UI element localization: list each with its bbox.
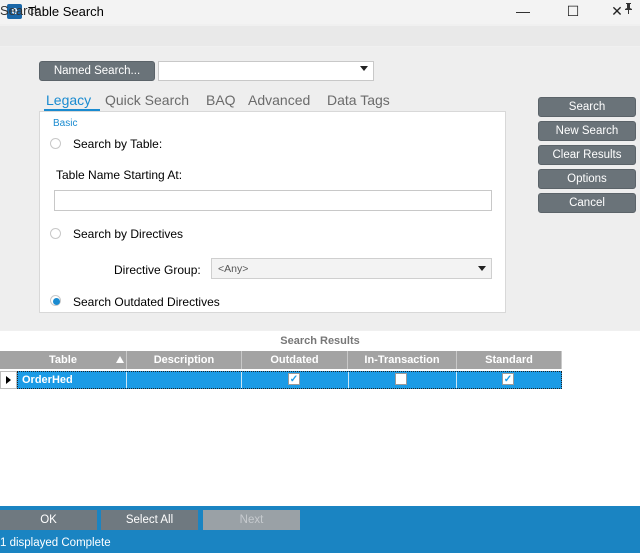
- standard-checkbox[interactable]: ✓: [502, 373, 514, 385]
- new-search-button[interactable]: New Search: [538, 121, 636, 141]
- column-header-outdated[interactable]: Outdated: [242, 351, 348, 369]
- search-by-directives-label: Search by Directives: [73, 227, 184, 241]
- search-outdated-radio[interactable]: [50, 295, 61, 306]
- cell-description: [127, 372, 242, 388]
- table-name-input[interactable]: [54, 190, 492, 211]
- cell-standard: ✓: [457, 372, 562, 388]
- named-search-button[interactable]: Named Search...: [39, 61, 155, 81]
- directive-group-label: Directive Group:: [114, 263, 201, 277]
- current-row-arrow-icon: [6, 376, 11, 384]
- status-text: 1 displayed Complete: [0, 537, 111, 549]
- search-by-directives-radio[interactable]: [50, 228, 61, 239]
- search-header: [0, 26, 640, 46]
- column-header-table[interactable]: Table: [0, 351, 127, 369]
- maximize-button[interactable]: ☐: [550, 0, 596, 24]
- in-transaction-checkbox[interactable]: [395, 373, 407, 385]
- next-button[interactable]: Next: [203, 510, 300, 530]
- column-header-description[interactable]: Description: [127, 351, 242, 369]
- directive-group-value: <Any>: [218, 263, 249, 275]
- basic-section-label: Basic: [53, 118, 78, 129]
- named-search-dropdown[interactable]: [158, 61, 374, 81]
- results-grid-header: Table Description Outdated In-Transactio…: [0, 351, 562, 369]
- column-header-standard[interactable]: Standard: [457, 351, 562, 369]
- cell-table: OrderHed: [18, 372, 127, 388]
- close-button[interactable]: ✕: [594, 0, 640, 24]
- ok-button[interactable]: OK: [0, 510, 97, 530]
- search-outdated-label: Search Outdated Directives: [73, 295, 220, 309]
- search-button[interactable]: Search: [538, 97, 636, 117]
- column-header-in-transaction[interactable]: In-Transaction: [348, 351, 457, 369]
- search-by-table-label: Search by Table:: [73, 137, 163, 151]
- search-header-label: Search: [0, 3, 42, 18]
- chevron-down-icon: [478, 266, 486, 271]
- tab-quick-search[interactable]: Quick Search: [105, 92, 189, 108]
- chevron-down-icon: [360, 66, 368, 71]
- tab-advanced[interactable]: Advanced: [248, 92, 310, 108]
- search-results-title: Search Results: [280, 335, 360, 347]
- clear-results-button[interactable]: Clear Results: [538, 145, 636, 165]
- cancel-button[interactable]: Cancel: [538, 193, 636, 213]
- tab-data-tags[interactable]: Data Tags: [327, 92, 390, 108]
- tab-legacy[interactable]: Legacy: [46, 92, 91, 108]
- row-selector[interactable]: [0, 371, 17, 389]
- directive-group-dropdown[interactable]: <Any>: [211, 258, 492, 279]
- table-row[interactable]: OrderHed ✓ ✓: [17, 371, 562, 389]
- minimize-button[interactable]: —: [500, 0, 546, 24]
- sort-ascending-icon: [116, 356, 124, 363]
- table-name-label: Table Name Starting At:: [56, 168, 183, 182]
- search-by-table-radio[interactable]: [50, 138, 61, 149]
- outdated-checkbox[interactable]: ✓: [288, 373, 300, 385]
- pin-icon[interactable]: [624, 3, 633, 17]
- select-all-button[interactable]: Select All: [101, 510, 198, 530]
- cell-outdated: ✓: [242, 372, 349, 388]
- cell-in-transaction: [349, 372, 457, 388]
- options-button[interactable]: Options: [538, 169, 636, 189]
- tab-baq[interactable]: BAQ: [206, 92, 236, 108]
